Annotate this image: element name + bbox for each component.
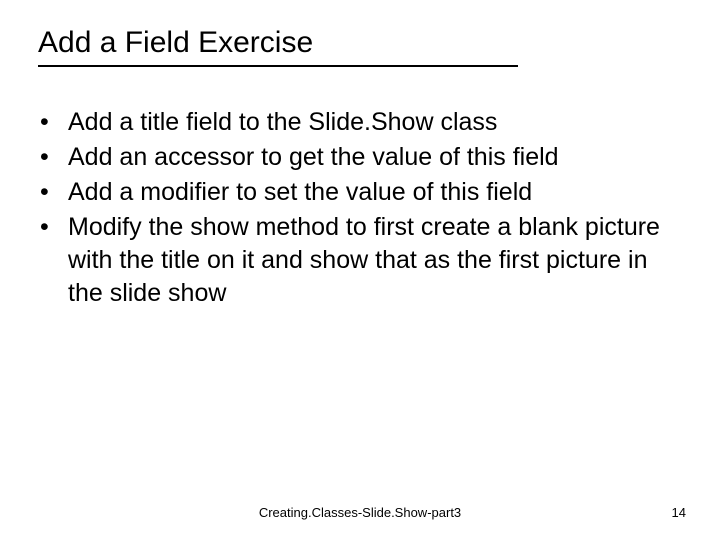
bullet-list: Add a title field to the Slide.Show clas… <box>38 106 680 310</box>
slide-body: Add a title field to the Slide.Show clas… <box>38 106 680 312</box>
bullet-item: Add a modifier to set the value of this … <box>38 176 680 209</box>
bullet-text: Add a title field to the Slide.Show clas… <box>68 108 497 136</box>
bullet-text: Add a modifier to set the value of this … <box>68 178 532 206</box>
bullet-item: Add an accessor to get the value of this… <box>38 141 680 174</box>
slide-title: Add a Field Exercise <box>38 26 518 67</box>
page-number: 14 <box>672 505 686 520</box>
bullet-item: Modify the show method to first create a… <box>38 211 680 310</box>
footer-center: Creating.Classes-Slide.Show-part3 <box>0 505 720 520</box>
bullet-text: Modify the show method to first create a… <box>68 213 660 307</box>
slide: Add a Field Exercise Add a title field t… <box>0 0 720 540</box>
bullet-text: Add an accessor to get the value of this… <box>68 143 559 171</box>
bullet-item: Add a title field to the Slide.Show clas… <box>38 106 680 139</box>
